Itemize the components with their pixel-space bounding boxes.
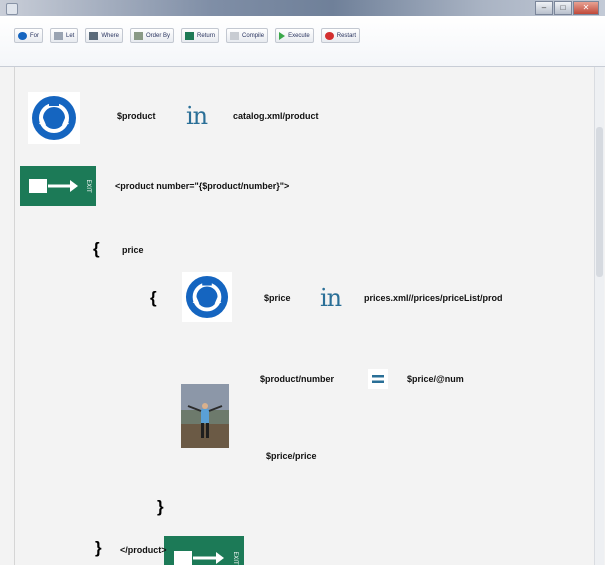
traffic-officer-icon	[181, 384, 229, 448]
order-by-icon	[134, 31, 144, 40]
return-block-price[interactable]: EXIT	[164, 536, 244, 565]
where-icon	[89, 31, 99, 40]
closing-tag-product: </product>	[120, 545, 167, 555]
restart-button[interactable]: Restart	[320, 28, 361, 43]
open-brace-inner: {	[150, 288, 157, 307]
return-button[interactable]: Return	[181, 28, 220, 43]
exit-sign-label: EXIT	[85, 179, 92, 193]
maximize-button[interactable]: □	[554, 1, 572, 15]
title-bar: – □ ✕	[0, 0, 605, 16]
compile-button-label: Compile	[242, 32, 265, 39]
for-source-prices: prices.xml//prices/priceList/prod	[364, 293, 503, 303]
app-window: – □ ✕ For Let Where Order By Return Comp…	[0, 0, 605, 565]
roundabout-icon	[185, 275, 229, 319]
toolbar: For Let Where Order By Return Compile Ex…	[0, 16, 605, 67]
for-button[interactable]: For	[14, 28, 43, 43]
vertical-scrollbar[interactable]	[594, 67, 604, 565]
program-canvas	[14, 67, 595, 565]
for-button-label: For	[30, 32, 39, 39]
minimize-button[interactable]: –	[535, 1, 553, 15]
element-name-price: price	[122, 245, 144, 255]
let-button-label: Let	[66, 32, 75, 39]
exit-sign-icon: EXIT	[164, 536, 244, 565]
in-keyword-icon: in	[186, 102, 208, 130]
exit-sign-icon	[185, 31, 195, 40]
roundabout-icon	[32, 96, 76, 140]
return-button-label: Return	[197, 32, 216, 39]
window-controls: – □ ✕	[535, 1, 599, 15]
where-left-operand: $product/number	[260, 374, 335, 384]
app-icon	[6, 3, 18, 15]
where-right-operand: $price/@num	[407, 374, 464, 384]
where-button[interactable]: Where	[85, 28, 124, 43]
compile-icon	[230, 31, 240, 40]
compile-button[interactable]: Compile	[226, 28, 269, 43]
return-text-product: <product number="{$product/number}">	[115, 181, 290, 191]
restart-icon	[324, 31, 334, 40]
equals-sign	[372, 375, 384, 383]
close-brace-inner: }	[157, 497, 164, 516]
for-block-product[interactable]	[28, 92, 80, 144]
order-by-button-label: Order By	[146, 32, 171, 39]
let-icon	[54, 31, 63, 40]
order-by-button[interactable]: Order By	[130, 28, 175, 43]
exit-sign-icon: EXIT	[20, 166, 96, 206]
return-text-price: $price/price	[266, 451, 317, 461]
open-brace-outer: {	[93, 239, 100, 258]
close-button[interactable]: ✕	[573, 1, 599, 15]
for-variable-price: $price	[264, 293, 291, 303]
close-brace-outer: }	[95, 538, 102, 557]
where-button-label: Where	[101, 32, 120, 39]
execute-button[interactable]: Execute	[275, 28, 314, 43]
roundabout-icon	[18, 31, 27, 40]
play-icon	[279, 31, 286, 40]
equals-icon	[368, 369, 388, 389]
return-block-product[interactable]: EXIT	[20, 166, 96, 206]
let-button[interactable]: Let	[50, 28, 79, 43]
restart-button-label: Restart	[336, 32, 357, 39]
execute-button-label: Execute	[288, 32, 310, 39]
for-source-catalog: catalog.xml/product	[233, 111, 319, 121]
scrollbar-thumb[interactable]	[596, 127, 603, 277]
exit-sign-label: EXIT	[232, 551, 239, 565]
where-block-photo[interactable]	[181, 384, 229, 448]
in-keyword-icon: in	[320, 284, 342, 312]
for-block-price[interactable]	[182, 272, 232, 322]
for-variable-product: $product	[117, 111, 156, 121]
